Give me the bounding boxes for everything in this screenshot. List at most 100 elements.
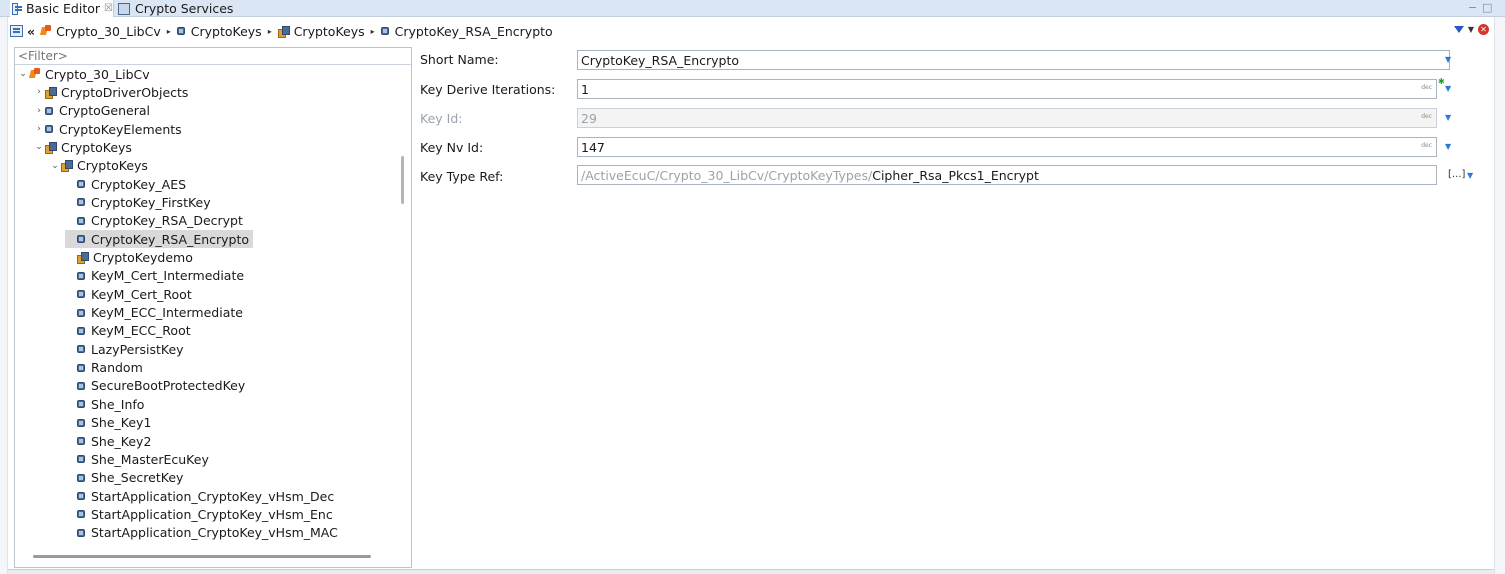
chevron-down-icon[interactable]: ⌄: [17, 69, 29, 79]
container-icon: [77, 363, 85, 372]
tree-item-label: Crypto_30_LibCv: [45, 66, 150, 82]
tree-item[interactable]: CryptoKey_AES: [65, 175, 186, 193]
key-type-ref-field[interactable]: /ActiveEcuC/Crypto_30_LibCv/CryptoKeyTyp…: [577, 165, 1437, 185]
tree-item[interactable]: › CryptoKeyElements: [33, 120, 182, 138]
breadcrumb-item-cryptokeys-group[interactable]: CryptoKeys: [277, 23, 365, 39]
container-icon: [77, 418, 85, 427]
tree-item-label: CryptoKey_FirstKey: [91, 194, 211, 210]
key-id-label: Key Id:: [420, 111, 463, 126]
tree-item-label: StartApplication_CryptoKey_vHsm_Enc: [91, 506, 333, 522]
breadcrumb-label: CryptoKeys: [190, 23, 262, 39]
chevron-down-icon[interactable]: ⌄: [33, 142, 45, 152]
tree-item-label: SecureBootProtectedKey: [91, 378, 246, 394]
chevron-down-icon[interactable]: ▼: [1445, 113, 1451, 122]
group-icon: [45, 86, 57, 99]
chevron-right-icon[interactable]: ›: [33, 124, 45, 134]
breadcrumb-separator-icon: ▸: [166, 26, 171, 36]
tree-item[interactable]: StartApplication_CryptoKey_vHsm_Enc: [65, 505, 333, 523]
group-icon: [77, 252, 89, 264]
vertical-scrollbar[interactable]: [401, 156, 404, 204]
tree-item-label: KeyM_Cert_Root: [91, 286, 192, 302]
tree-item[interactable]: ⌄ CryptoKeys: [49, 157, 148, 175]
breadcrumb-item-module[interactable]: Crypto_30_LibCv: [40, 24, 161, 39]
container-icon: [77, 290, 85, 299]
tree-item[interactable]: She_SecretKey: [65, 469, 183, 487]
tree-item-label: CryptoKeyElements: [59, 121, 182, 137]
container-icon: [380, 27, 389, 35]
container-icon: [45, 125, 53, 134]
tree-item[interactable]: KeyM_Cert_Root: [65, 285, 192, 303]
key-id-value: 29: [581, 110, 597, 126]
tab-basic-editor[interactable]: Basic Editor ☒: [10, 0, 114, 17]
tab-label: Basic Editor: [25, 1, 101, 16]
minimize-button[interactable]: −: [1468, 1, 1477, 14]
tree-item[interactable]: KeyM_ECC_Root: [65, 322, 191, 340]
maximize-button[interactable]: □: [1482, 1, 1492, 14]
tab-crypto-services[interactable]: Crypto Services: [118, 0, 233, 17]
short-name-label: Short Name:: [420, 52, 499, 67]
tree-item[interactable]: LazyPersistKey: [65, 340, 184, 358]
editor-tab-bar: Basic Editor ☒ Crypto Services − □: [0, 0, 1505, 17]
tree-item[interactable]: CryptoKeydemo: [65, 249, 193, 267]
container-icon: [77, 271, 85, 280]
dec-badge: dec: [1421, 84, 1432, 91]
key-derive-iterations-field[interactable]: 1 dec: [577, 79, 1437, 99]
filter-icon[interactable]: [1453, 26, 1464, 33]
tree-item-label: CryptoKeys: [61, 139, 132, 155]
tree-item[interactable]: › CryptoGeneral: [33, 102, 150, 120]
tree-item[interactable]: › CryptoDriverObjects: [33, 83, 188, 101]
tree-item[interactable]: KeyM_ECC_Intermediate: [65, 304, 243, 322]
tree-item[interactable]: She_MasterEcuKey: [65, 450, 209, 468]
stop-icon[interactable]: ✕: [1478, 24, 1489, 35]
tree-item-label: KeyM_ECC_Root: [91, 323, 191, 339]
tree-item[interactable]: She_Key2: [65, 432, 151, 450]
short-name-field[interactable]: CryptoKey_RSA_Encrypto: [577, 50, 1450, 70]
chevron-down-icon[interactable]: ▼: [1445, 142, 1451, 151]
tree-item[interactable]: CryptoKey_FirstKey: [65, 193, 211, 211]
container-icon: [77, 528, 85, 537]
chevron-right-icon[interactable]: ›: [33, 106, 45, 116]
container-icon: [176, 27, 185, 35]
filter-input[interactable]: [15, 48, 411, 65]
module-icon: [40, 25, 52, 37]
short-name-value: CryptoKey_RSA_Encrypto: [581, 52, 740, 68]
layout-icon[interactable]: [10, 25, 23, 37]
container-icon: [77, 308, 85, 317]
breadcrumb-label: CryptoKeys: [293, 23, 365, 39]
tree-item[interactable]: SecureBootProtectedKey: [65, 377, 245, 395]
tree-item[interactable]: KeyM_Cert_Intermediate: [65, 267, 244, 285]
breadcrumb-separator-icon: ▸: [370, 26, 375, 36]
container-icon: [77, 510, 85, 519]
tree-item-label: She_SecretKey: [91, 470, 184, 486]
key-type-ref-label: Key Type Ref:: [420, 169, 504, 184]
tree-item[interactable]: Random: [65, 359, 143, 377]
chevron-down-icon[interactable]: ▼: [1445, 84, 1451, 93]
back-button[interactable]: «: [27, 24, 35, 39]
key-type-ref-target: Cipher_Rsa_Pkcs1_Encrypt: [872, 167, 1039, 183]
close-icon[interactable]: ☒: [104, 3, 113, 14]
tree-item[interactable]: StartApplication_CryptoKey_vHsm_MAC: [65, 524, 338, 542]
tree-item[interactable]: StartApplication_CryptoKey_vHsm_Dec: [65, 487, 334, 505]
browse-button[interactable]: [...]: [1448, 169, 1465, 180]
tree-item[interactable]: She_Key1: [65, 414, 151, 432]
chevron-down-icon[interactable]: ▼: [1467, 171, 1473, 180]
horizontal-scrollbar[interactable]: [33, 555, 371, 558]
tree-item[interactable]: She_Info: [65, 395, 144, 413]
chevron-down-icon[interactable]: ▼: [1445, 55, 1451, 64]
chevron-down-icon[interactable]: ⌄: [49, 161, 61, 171]
key-id-field: 29 dec: [577, 108, 1437, 128]
tree-item[interactable]: CryptoKey_RSA_Decrypt: [65, 212, 243, 230]
key-nv-id-field[interactable]: 147 dec: [577, 137, 1437, 157]
breadcrumb-item-cryptokeys-container[interactable]: CryptoKeys: [176, 23, 262, 39]
status-strip: [8, 569, 1494, 574]
tree-item[interactable]: ⌄ CryptoKeys: [33, 138, 132, 156]
key-type-ref-path: /ActiveEcuC/Crypto_30_LibCv/CryptoKeyTyp…: [581, 167, 873, 183]
breadcrumb-item-current[interactable]: CryptoKey_RSA_Encrypto: [380, 24, 553, 39]
chevron-down-icon[interactable]: ▼: [1468, 25, 1474, 34]
chevron-right-icon[interactable]: ›: [33, 87, 45, 97]
group-icon: [45, 141, 57, 154]
group-icon: [61, 160, 73, 173]
tree-item[interactable]: CryptoKey_RSA_Encrypto: [65, 230, 254, 249]
breadcrumb-toolbar: ▼ ✕: [1453, 24, 1489, 35]
tree-item-root[interactable]: ⌄ Crypto_30_LibCv: [17, 65, 150, 83]
